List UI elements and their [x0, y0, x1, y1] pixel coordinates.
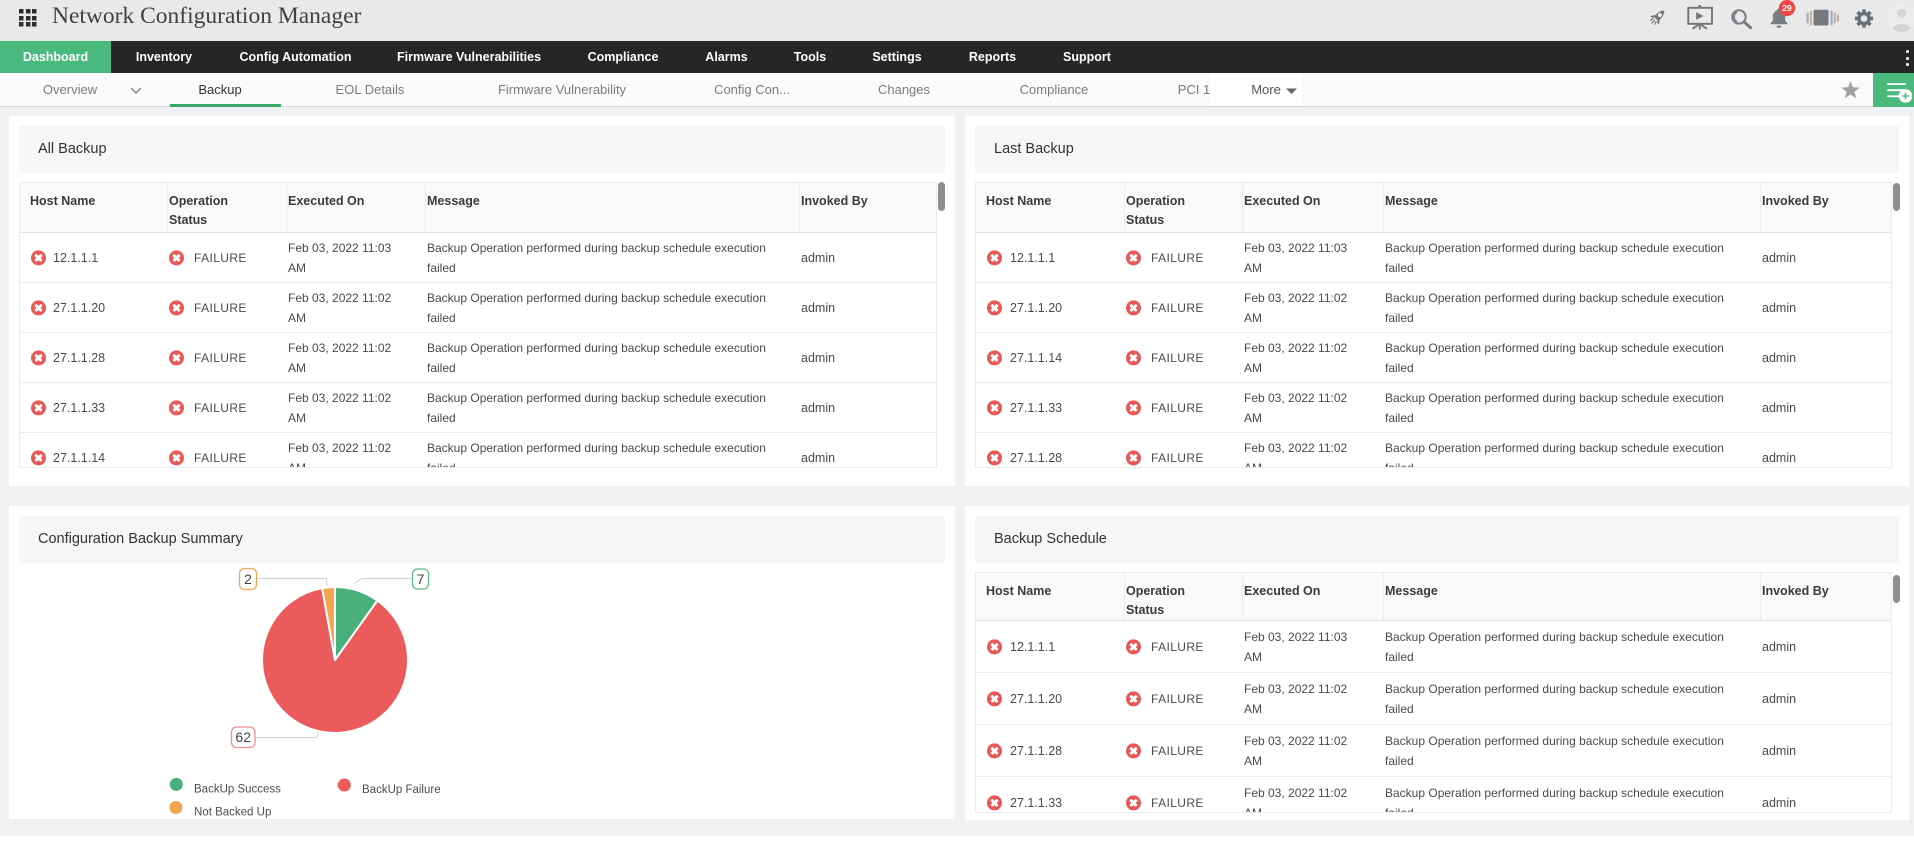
- svg-text:BackUp Success: BackUp Success: [194, 784, 281, 796]
- svg-text:62: 62: [235, 729, 251, 745]
- svg-text:Not Backed Up: Not Backed Up: [194, 807, 271, 819]
- svg-text:7: 7: [417, 571, 425, 587]
- svg-text:29: 29: [1782, 3, 1792, 13]
- svg-text:BackUp Failure: BackUp Failure: [362, 784, 441, 796]
- svg-text:2: 2: [244, 571, 252, 587]
